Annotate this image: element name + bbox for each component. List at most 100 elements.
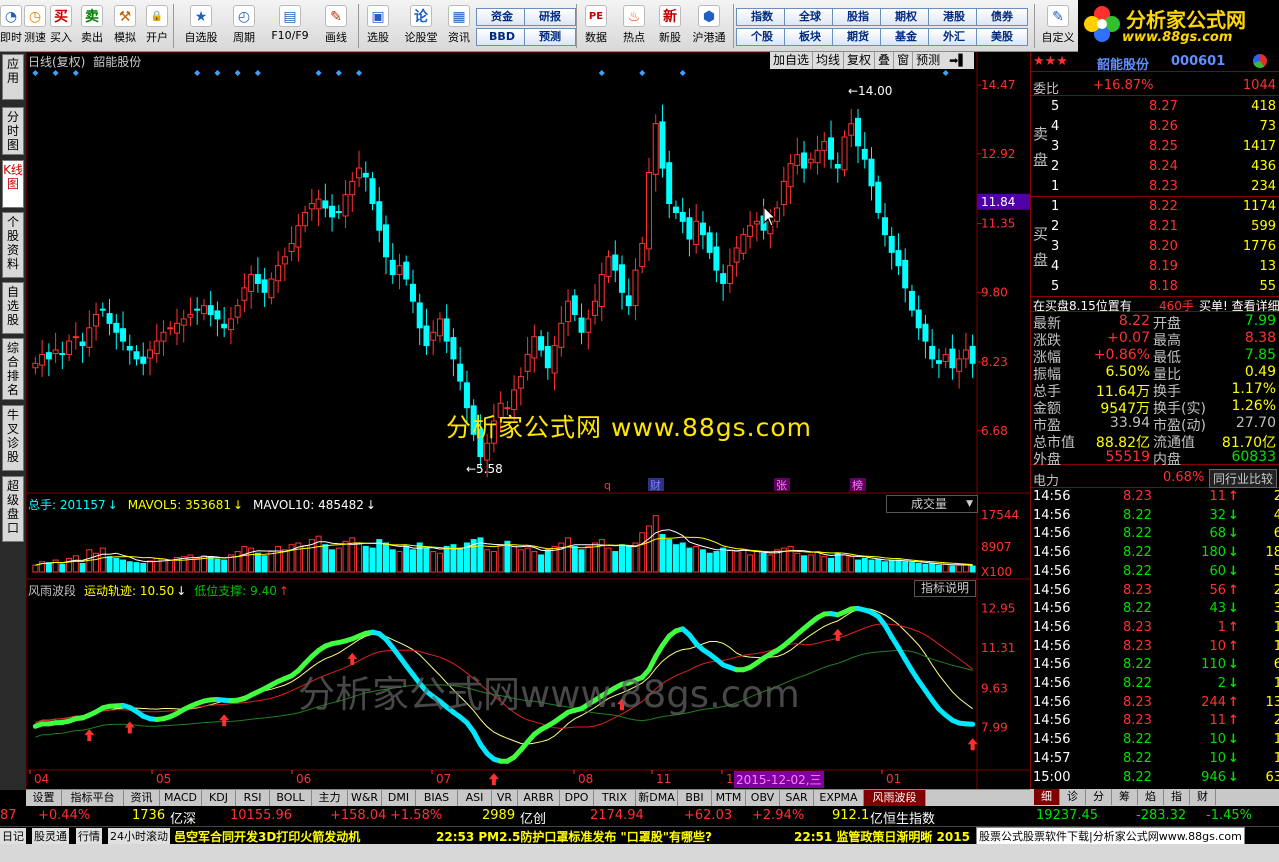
indicator-tab[interactable]: W&R	[348, 790, 382, 806]
market-button[interactable]: 板块	[784, 28, 836, 46]
event-label[interactable]: 张	[776, 479, 787, 492]
info-marker-icon[interactable]	[942, 70, 949, 76]
toolbar-button-14[interactable]: ♨ 热点	[618, 2, 650, 50]
market-button[interactable]: 债券	[976, 8, 1028, 26]
toolbar-button-8[interactable]: ▤ F10/F9	[266, 2, 314, 50]
toolbar-button-16[interactable]: ⬢ 沪港通	[688, 2, 730, 50]
toolbar-button-7[interactable]: ◴ 周期	[225, 2, 263, 50]
info-marker-icon[interactable]	[32, 70, 39, 76]
indicator-tab[interactable]: VR	[492, 790, 518, 806]
info-marker-icon[interactable]	[315, 70, 322, 76]
indicator-tab[interactable]: RSI	[236, 790, 270, 806]
indicator-tab[interactable]: 新DMA	[636, 790, 678, 806]
asks-row[interactable]: 4 8.26 73	[1031, 117, 1279, 137]
market-button[interactable]: 指数	[736, 8, 788, 26]
bids-row[interactable]: 4 8.19 13	[1031, 257, 1279, 277]
industry-compare-button[interactable]: 同行业比较	[1209, 469, 1278, 488]
bids-row[interactable]: 5 8.18 55	[1031, 277, 1279, 297]
event-label[interactable]: 榜	[852, 478, 863, 492]
market-button[interactable]: 期权	[880, 8, 932, 26]
toolbar-button-11[interactable]: 论论股堂	[400, 2, 442, 50]
toolbar-button-0[interactable]: ◔ 即时	[0, 2, 22, 50]
asks-row[interactable]: 3 8.25 1417	[1031, 137, 1279, 157]
news-tab[interactable]: 股灵通	[32, 828, 69, 844]
indicator-tab[interactable]: 风雨波段	[864, 790, 926, 806]
info-marker-icon[interactable]	[335, 70, 342, 76]
info-marker-icon[interactable]	[72, 70, 79, 76]
toolbar-button-12[interactable]: ▦ 资讯	[444, 2, 474, 50]
indicator-tab[interactable]: BIAS	[416, 790, 458, 806]
toolbar-button-9[interactable]: ✎ 画线	[316, 2, 356, 50]
indicator-tab[interactable]: DMI	[382, 790, 416, 806]
tick-list[interactable]: 14:56 8.23 11 ↑ 2 14:56 8.22 32 ↓ 4 14:56 8.22 68 ↓ 6 1…	[1031, 489, 1279, 789]
news-tab[interactable]: 行情	[76, 828, 102, 844]
side-tab[interactable]: 超级盘口	[2, 476, 24, 542]
news-headline[interactable]: 22:51 监管政策日渐明晰 2015	[794, 828, 970, 845]
indicator-tab[interactable]: 资讯	[124, 790, 160, 806]
info-marker-icon[interactable]	[214, 70, 221, 76]
quote-tab[interactable]: 财	[1190, 789, 1216, 805]
indicator-tab[interactable]: ARBR	[518, 790, 560, 806]
market-button[interactable]: 研报	[524, 8, 576, 26]
market-button[interactable]: 基金	[880, 28, 932, 46]
side-tab[interactable]: 分时图	[2, 107, 24, 155]
indicator-tab[interactable]: KDJ	[202, 790, 236, 806]
chart-button[interactable]: 窗	[894, 52, 914, 69]
bids-row[interactable]: 3 8.20 1776	[1031, 237, 1279, 257]
info-marker-icon[interactable]	[356, 70, 363, 76]
pie-chart-icon[interactable]	[1253, 54, 1267, 68]
side-tab[interactable]: 个股资料	[2, 212, 24, 278]
event-label[interactable]: q	[604, 479, 611, 492]
quote-tab[interactable]: 分	[1086, 789, 1112, 805]
toolbar-button-4[interactable]: ⚒ 模拟	[108, 2, 142, 50]
market-button[interactable]: 股指	[832, 8, 884, 26]
news-tab[interactable]: 24小时滚动	[108, 828, 170, 844]
quote-tab[interactable]: 诊	[1060, 789, 1086, 805]
side-tab[interactable]: K线图	[2, 160, 24, 208]
info-marker-icon[interactable]	[194, 70, 201, 76]
info-marker-icon[interactable]	[234, 70, 241, 76]
indicator-tab[interactable]: EXPMA	[814, 790, 864, 806]
info-marker-icon[interactable]	[598, 70, 605, 76]
indicator-tab[interactable]: SAR	[780, 790, 814, 806]
market-button[interactable]: BBD	[476, 28, 528, 46]
toolbar-button-2[interactable]: 买买入	[46, 2, 76, 50]
market-button[interactable]: 全球	[784, 8, 836, 26]
asks-row[interactable]: 5 8.27 418	[1031, 97, 1279, 117]
toolbar-button-6[interactable]: ★ 自选股	[178, 2, 224, 50]
kline-chart-area[interactable]: 14.47 12.92 11.35 9.80 8.23 6.68 11.84 ←14.00 ←5…	[25, 51, 1030, 791]
quote-tab[interactable]: 焰	[1138, 789, 1164, 805]
side-tab[interactable]: 自选股	[2, 282, 24, 334]
toolbar-button-15[interactable]: 新新股	[654, 2, 686, 50]
indicator-tab[interactable]: 指标平台	[62, 790, 124, 806]
asks-row[interactable]: 2 8.24 436	[1031, 157, 1279, 177]
promo-link[interactable]: 股票公式股票软件下载|分析家公式网www.88gs.com	[976, 827, 1245, 845]
chart-button[interactable]: 复权	[844, 52, 876, 69]
quote-tab[interactable]: 筹	[1112, 789, 1138, 805]
toolbar-button-17[interactable]: ✎ 自定义	[1038, 2, 1078, 50]
chart-button[interactable]: 叠	[875, 52, 895, 69]
indicator-help-button[interactable]: 指标说明	[914, 580, 976, 597]
quote-tab[interactable]: 细	[1034, 789, 1060, 805]
info-marker-icon[interactable]	[639, 70, 646, 76]
market-button[interactable]: 外汇	[928, 28, 980, 46]
market-button[interactable]: 个股	[736, 28, 788, 46]
market-button[interactable]: 资金	[476, 8, 528, 26]
toolbar-button-10[interactable]: ▣ 选股	[360, 2, 396, 50]
info-marker-icon[interactable]	[679, 70, 686, 76]
event-label[interactable]: 财	[650, 478, 661, 492]
news-headline[interactable]: 22:53 PM2.5防护口罩标准发布 "口罩股"有哪些?	[436, 828, 712, 845]
chart-button[interactable]: 加自选	[770, 52, 814, 69]
market-button[interactable]: 港股	[928, 8, 980, 26]
bids-row[interactable]: 1 8.22 1174	[1031, 197, 1279, 217]
side-tab[interactable]: 应用	[2, 54, 24, 100]
market-button[interactable]: 期货	[832, 28, 884, 46]
indicator-tab[interactable]: ASI	[458, 790, 492, 806]
alert-detail-link[interactable]: 买单! 查看详细	[1199, 297, 1279, 314]
news-tab[interactable]: 日记	[0, 828, 26, 844]
indicator-tab[interactable]: 设置	[26, 790, 62, 806]
bids-row[interactable]: 2 8.21 599	[1031, 217, 1279, 237]
quote-tab[interactable]: 指	[1164, 789, 1190, 805]
indicator-tab[interactable]: OBV	[746, 790, 780, 806]
market-button[interactable]: 美股	[976, 28, 1028, 46]
